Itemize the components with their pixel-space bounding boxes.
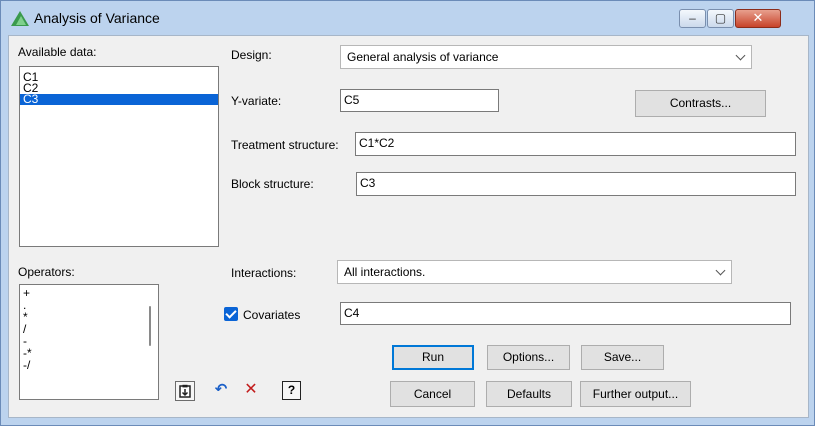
minimize-button[interactable]: ‒ [679,9,706,28]
save-button[interactable]: Save... [581,345,664,370]
clipboard-icon[interactable] [175,381,195,401]
y-variate-field[interactable]: C5 [340,89,499,112]
design-dropdown[interactable]: General analysis of variance [340,45,752,69]
treatment-structure-label: Treatment structure: [231,138,339,152]
available-data-label: Available data: [18,45,97,59]
scrollbar-thumb[interactable] [149,306,151,346]
covariates-checkbox[interactable] [224,307,238,321]
list-item[interactable]: - [20,335,158,347]
block-structure-label: Block structure: [231,177,314,191]
list-item[interactable]: -/ [20,359,158,371]
options-button[interactable]: Options... [487,345,570,370]
design-label: Design: [231,48,272,62]
dialog-window: Analysis of Variance ‒ ▢ ✕ Available dat… [0,0,815,426]
chevron-down-icon [715,265,726,276]
covariates-field[interactable]: C4 [340,302,791,325]
help-icon[interactable]: ? [282,381,301,400]
treatment-structure-field[interactable]: C1*C2 [355,132,796,156]
list-item[interactable]: / [20,323,158,335]
list-item[interactable]: * [20,311,158,323]
list-item[interactable]: + [20,287,158,299]
list-item[interactable]: C1 [20,71,218,83]
window-title: Analysis of Variance [34,10,160,26]
run-button[interactable]: Run [392,345,474,370]
block-structure-field[interactable]: C3 [356,172,796,196]
undo-icon[interactable]: ↶ [211,381,231,401]
maximize-button[interactable]: ▢ [707,9,734,28]
dialog-body: Available data: C1 C2 C3 Design: General… [8,35,809,418]
title-bar[interactable]: Analysis of Variance ‒ ▢ ✕ [1,1,814,34]
covariates-label: Covariates [243,308,301,322]
list-item[interactable]: -* [20,347,158,359]
operators-list[interactable]: + . * / - -* -/ [19,284,159,400]
cancel-button[interactable]: Cancel [390,381,475,407]
clear-icon[interactable]: ✕ [241,381,261,401]
defaults-button[interactable]: Defaults [486,381,572,407]
close-button[interactable]: ✕ [735,9,781,28]
contrasts-button[interactable]: Contrasts... [635,90,766,117]
list-item-selected[interactable]: C3 [20,93,218,105]
operators-label: Operators: [18,265,75,279]
further-output-button[interactable]: Further output... [580,381,691,407]
y-variate-label: Y-variate: [231,94,282,108]
design-value: General analysis of variance [347,50,499,64]
list-item[interactable]: . [20,299,158,311]
app-icon [11,11,29,26]
list-item[interactable]: C2 [20,82,218,94]
interactions-value: All interactions. [344,265,426,279]
available-data-list[interactable]: C1 C2 C3 [19,66,219,247]
interactions-dropdown[interactable]: All interactions. [337,260,732,284]
chevron-down-icon [735,50,746,61]
interactions-label: Interactions: [231,266,297,280]
